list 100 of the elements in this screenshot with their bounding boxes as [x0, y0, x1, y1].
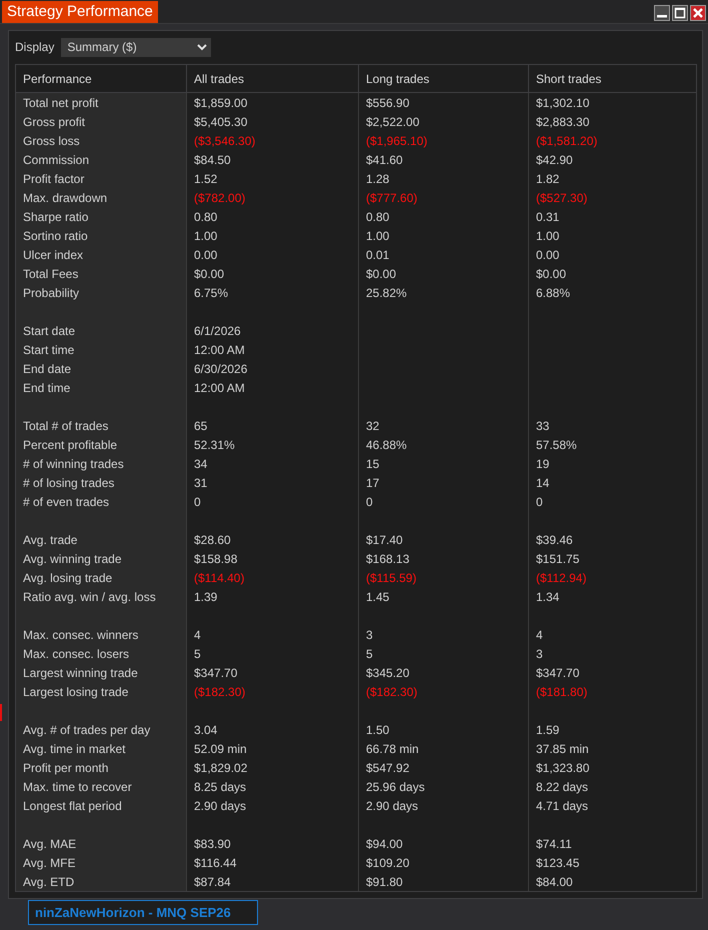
- table-cell: $2,522.00: [366, 116, 420, 128]
- table-cell: 6.88%: [536, 286, 570, 298]
- table-cell: 1.82: [536, 172, 560, 184]
- table-cell: 1.52: [194, 172, 218, 184]
- table-cell: 8.25 days: [194, 780, 246, 792]
- column-header: All trades: [186, 65, 358, 92]
- row-label: Total # of trades: [23, 420, 108, 432]
- table-cell: $42.90: [536, 154, 573, 166]
- table-cell: 32: [366, 420, 380, 432]
- table-cell: ($1,965.10): [366, 134, 428, 146]
- row-label: Avg. time in market: [23, 742, 126, 754]
- table-cell: 3: [366, 628, 373, 640]
- table-cell: 25.82%: [366, 286, 407, 298]
- row-label: Profit per month: [23, 762, 108, 774]
- table-cell: 34: [194, 458, 208, 470]
- strategy-tab[interactable]: ninZaNewHorizon - MNQ SEP26: [28, 900, 258, 925]
- table-cell: 5: [194, 648, 201, 660]
- chevron-down-icon: [197, 44, 208, 50]
- table-cell: 6.75%: [194, 286, 228, 298]
- table-cell: $1,829.02: [194, 762, 248, 774]
- table-cell: $83.90: [194, 838, 231, 850]
- table-cell: $1,302.10: [536, 96, 590, 108]
- table-cell: 33: [536, 420, 550, 432]
- table-cell: 0.31: [536, 210, 560, 222]
- table-cell: 6/30/2026: [194, 362, 248, 374]
- row-label: Avg. MAE: [23, 838, 76, 850]
- table-cell: $2,883.30: [536, 116, 590, 128]
- row-label: # of losing trades: [23, 476, 114, 488]
- maximize-icon[interactable]: [672, 5, 688, 21]
- table-cell: $168.13: [366, 552, 410, 564]
- table-cell: ($1,581.20): [536, 134, 598, 146]
- table-cell: $74.11: [536, 838, 572, 850]
- row-label: Ratio avg. win / avg. loss: [23, 590, 156, 602]
- table-cell: 2.90 days: [194, 800, 246, 812]
- table-cell: $87.84: [194, 876, 231, 888]
- row-label: # of even trades: [23, 496, 110, 508]
- row-label: Avg. MFE: [23, 856, 76, 868]
- table-cell: 6/1/2026: [194, 324, 241, 336]
- row-label: Avg. ETD: [23, 876, 74, 888]
- row-label: Largest winning trade: [23, 666, 138, 678]
- row-label: Probability: [23, 286, 80, 298]
- table-cell: $347.70: [194, 666, 238, 678]
- table-cell: 1.59: [536, 724, 560, 736]
- table-cell: $94.00: [366, 838, 403, 850]
- minimize-icon[interactable]: [654, 5, 670, 21]
- table-cell: ($182.30): [194, 686, 246, 698]
- row-label: Max. consec. losers: [23, 648, 130, 660]
- row-label: Max. drawdown: [23, 192, 108, 204]
- table-cell: 66.78 min: [366, 742, 419, 754]
- table-cell: 1.00: [194, 230, 218, 242]
- row-label: Avg. trade: [23, 534, 78, 546]
- table-cell: $1,323.80: [536, 762, 590, 774]
- table-cell: 52.31%: [194, 438, 235, 450]
- table-cell: 1.50: [366, 724, 390, 736]
- table-cell: 0: [366, 496, 373, 508]
- table-cell: $1,859.00: [194, 96, 248, 108]
- table-cell: 5: [366, 648, 373, 660]
- table-cell: 4.71 days: [536, 800, 588, 812]
- row-label: End date: [23, 362, 72, 374]
- table-cell: 52.09 min: [194, 742, 247, 754]
- row-label: Profit factor: [23, 172, 84, 184]
- row-label: Max. time to recover: [23, 780, 132, 792]
- table-cell: $91.80: [366, 876, 403, 888]
- table-cell: $123.45: [536, 856, 580, 868]
- display-label: Display: [15, 39, 54, 56]
- row-label: Start date: [23, 324, 76, 336]
- table-cell: 46.88%: [366, 438, 407, 450]
- row-label: Total Fees: [23, 268, 78, 280]
- row-label: Sortino ratio: [23, 230, 88, 242]
- table-cell: $158.98: [194, 552, 238, 564]
- table-cell: 0: [194, 496, 201, 508]
- column-header: Performance: [22, 70, 93, 88]
- table-cell: 15: [366, 458, 380, 470]
- table-cell: 1.34: [536, 590, 560, 602]
- close-icon[interactable]: [690, 5, 706, 21]
- table-cell: 0.00: [194, 248, 218, 260]
- table-cell: 8.22 days: [536, 780, 588, 792]
- table-cell: $116.44: [194, 856, 236, 868]
- table-cell: ($782.00): [194, 192, 246, 204]
- table-cell: $347.70: [536, 666, 580, 678]
- table-cell: $0.00: [536, 268, 566, 280]
- row-label: Avg. winning trade: [23, 552, 122, 564]
- table-cell: $345.20: [366, 666, 410, 678]
- row-label: Gross profit: [23, 116, 86, 128]
- row-label: Gross loss: [23, 134, 80, 146]
- table-cell: 0.00: [536, 248, 560, 260]
- table-cell: $151.75: [536, 552, 580, 564]
- table-cell: $5,405.30: [194, 116, 248, 128]
- table-cell: 0.80: [366, 210, 390, 222]
- column-header: Short trades: [528, 65, 696, 92]
- table-cell: $0.00: [194, 268, 224, 280]
- table-cell: 4: [194, 628, 201, 640]
- table-cell: 65: [194, 420, 208, 432]
- row-label: # of winning trades: [23, 458, 124, 470]
- table-cell: 37.85 min: [536, 742, 589, 754]
- edge-marker-icon: [0, 704, 2, 721]
- table-cell: $84.00: [536, 876, 573, 888]
- display-dropdown[interactable]: Summary ($): [61, 38, 212, 56]
- table-cell: 12:00 AM: [194, 382, 245, 394]
- window-title: Strategy Performance: [2, 1, 158, 23]
